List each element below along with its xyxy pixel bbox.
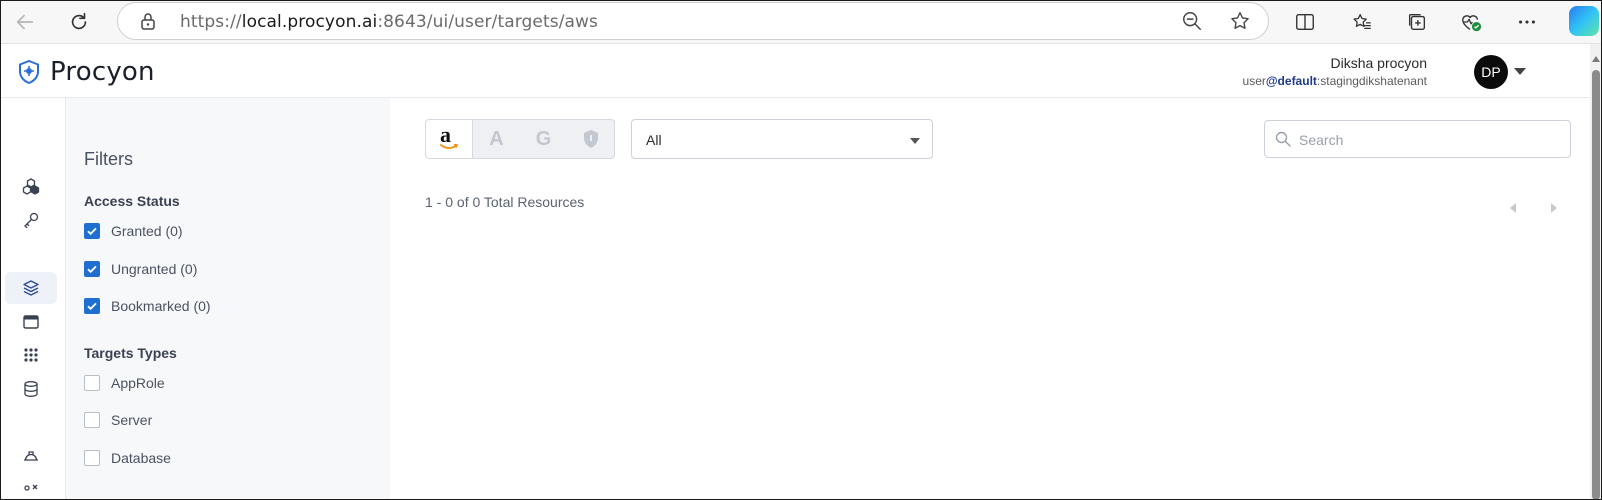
avatar[interactable]: DP [1474,55,1508,89]
url-scheme: https:// [180,12,242,32]
favorites-list-icon [1353,14,1371,30]
collections-button[interactable] [1401,6,1433,38]
target-filter-select[interactable]: All [631,119,933,159]
url-text[interactable]: https://local.procyon.ai:8643/ui/user/ta… [180,12,598,32]
next-page-icon[interactable] [1551,203,1557,213]
filter-bookmarked[interactable]: Bookmarked (0) [84,298,211,314]
google-icon: G [535,127,552,150]
tab-azure[interactable]: A [473,120,520,158]
filter-label: Ungranted (0) [111,261,198,277]
arrow-left-icon [16,14,34,30]
search-box[interactable] [1264,120,1571,158]
search-input[interactable] [1299,129,1549,151]
user-default-label: @default [1265,74,1317,88]
filter-label: Database [111,450,171,466]
filter-ungranted[interactable]: Ungranted (0) [84,261,197,277]
filter-label: Bookmarked (0) [111,298,211,314]
grid-icon [24,348,38,362]
more-dots-icon [1519,20,1535,24]
layers-icon [23,280,39,296]
collections-icon [1408,13,1426,31]
filter-approle[interactable]: AppRole [84,375,165,391]
copilot-icon[interactable] [1569,6,1599,36]
amazon-icon: a [440,124,458,150]
app-header: Procyon Diksha procyon user@default:stag… [0,44,1590,98]
checkbox-ungranted[interactable] [84,261,100,277]
check-icon [87,302,97,311]
nav-item-apps-grid[interactable] [5,339,57,371]
total-resources-text: 1 - 0 of 0 Total Resources [425,194,585,210]
filter-database[interactable]: Database [84,450,171,466]
filter-server[interactable]: Server [84,412,152,428]
key-icon [24,212,39,229]
nav-item-keys[interactable] [5,204,57,236]
zoom-out-icon[interactable] [1181,10,1203,37]
filter-label: AppRole [111,375,165,391]
nav-item-tools[interactable] [5,474,57,500]
browser-toolbar: https://local.procyon.ai:8643/ui/user/ta… [0,0,1602,44]
user-tenant: user@default:stagingdikshatenant [1243,74,1427,88]
tab-gcp[interactable]: G [520,120,567,158]
check-icon [87,227,97,236]
split-screen-icon [1296,13,1314,31]
search-icon [1275,131,1291,152]
filter-granted[interactable]: Granted (0) [84,223,183,239]
url-path: :8643/ui/user/targets/aws [377,12,599,32]
brand-name: Procyon [50,57,155,87]
url-host: local.procyon.ai [241,12,378,32]
tab-aws[interactable]: a [426,120,474,158]
prev-page-icon[interactable] [1510,203,1516,213]
helmet-icon [24,451,38,461]
nav-item-databases[interactable] [5,373,57,405]
checkbox-approle[interactable] [84,375,100,391]
nav-item-applications[interactable] [5,306,57,338]
user-name: Diksha procyon [1330,55,1428,71]
back-button[interactable] [9,6,41,38]
brand-logo[interactable]: Procyon [18,57,155,87]
refresh-button[interactable] [63,6,95,38]
target-types-title: Targets Types [84,345,177,361]
checkbox-bookmarked[interactable] [84,298,100,314]
check-icon [87,265,97,274]
refresh-icon [71,12,87,30]
user-tenant-name: :stagingdikshatenant [1316,74,1427,88]
scroll-thumb[interactable] [1592,70,1600,500]
filters-panel: Filters Access Status Granted (0) Ungran… [66,98,390,500]
heart-pulse-icon [1462,15,1482,32]
amazon-letter: a [440,122,451,147]
favorite-star-icon[interactable] [1229,10,1251,37]
select-value: All [646,132,662,148]
checkbox-database[interactable] [84,450,100,466]
nav-item-targets[interactable] [5,272,57,304]
cloud-provider-tabs: a A G [425,119,615,159]
checkbox-granted[interactable] [84,223,100,239]
nav-item-cubes[interactable] [5,171,57,203]
page-scrollbar[interactable] [1590,44,1602,500]
browser-essentials-button[interactable] [1455,6,1487,38]
filter-label: Granted (0) [111,223,183,239]
nav-item-helmet[interactable] [5,440,57,472]
more-button[interactable] [1511,6,1543,38]
address-bar[interactable]: https://local.procyon.ai:8643/ui/user/ta… [117,2,1269,40]
caret-down-icon [910,138,920,144]
lock-icon [140,12,156,35]
cubes-icon [22,178,40,195]
shield-icon [583,130,598,148]
access-status-title: Access Status [84,193,180,209]
nav-rail [0,98,66,500]
filter-label: Server [111,412,153,428]
scroll-up-icon[interactable] [1592,56,1600,62]
favorites-button[interactable] [1346,6,1378,38]
tools-icon [24,484,38,491]
filters-title: Filters [84,149,133,169]
chevron-down-icon[interactable] [1514,68,1526,75]
user-prefix: user [1242,74,1266,88]
split-screen-button[interactable] [1289,6,1321,38]
window-icon [23,315,39,329]
database-icon [24,381,38,397]
procyon-shield-icon [19,60,39,84]
tab-private[interactable] [567,120,614,158]
azure-icon: A [489,127,504,150]
checkbox-server[interactable] [84,412,100,428]
